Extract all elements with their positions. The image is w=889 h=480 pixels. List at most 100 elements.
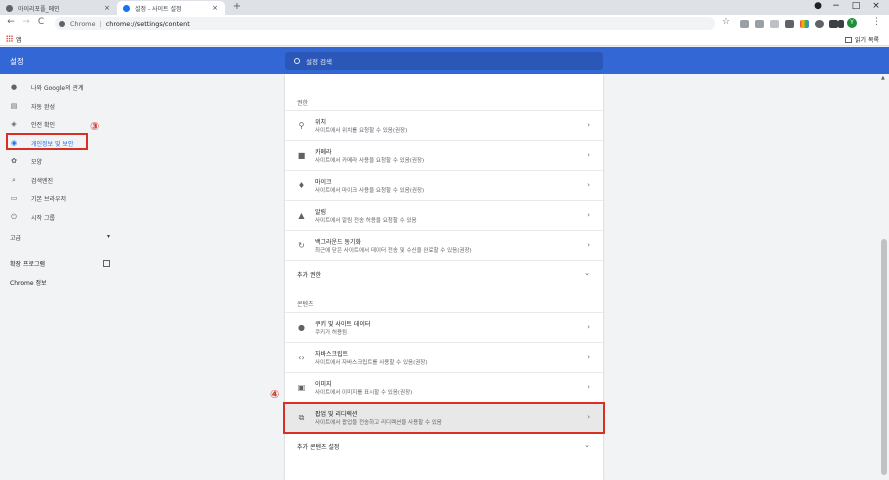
bookmark-star-icon[interactable]: ☆ — [722, 17, 730, 27]
permissions-section-title: 권한 — [297, 100, 309, 107]
sidebar-advanced-toggle[interactable]: 고급 ▾ — [10, 233, 110, 242]
tab-iripople[interactable]: 아이리포플_메인 × — [0, 1, 117, 15]
more-content-settings-label: 추가 콘텐츠 설정 — [297, 444, 340, 451]
close-window-button[interactable]: × — [869, 1, 883, 11]
extension-icon[interactable] — [800, 20, 809, 28]
extension-icon[interactable] — [829, 20, 838, 28]
browser-toolbar: ← → C Chrome | chrome://settings/content… — [0, 15, 889, 32]
apps-grid-icon[interactable] — [6, 35, 13, 42]
tab-close-icon[interactable]: × — [211, 4, 219, 12]
row-description: 사이트에서 카메라 사용을 요청할 수 있음(권장) — [315, 158, 425, 164]
annotation-box-privacy — [6, 133, 88, 150]
sidebar-item-search-engine[interactable]: ⌕ 검색엔진 — [10, 173, 53, 187]
tab-settings[interactable]: 설정 - 사이트 설정 × — [117, 1, 225, 15]
tab-close-icon[interactable]: × — [103, 4, 111, 12]
extension-icon[interactable] — [770, 20, 779, 28]
extension-icon[interactable] — [815, 20, 824, 28]
url-separator: | — [99, 19, 102, 28]
chevron-right-icon: › — [587, 151, 590, 159]
content-row-javascript[interactable]: ‹› 자바스크립트 사이트에서 자바스크립트를 사용할 수 있음(권장) › — [285, 342, 603, 372]
reading-list-button[interactable]: 읽기 목록 — [845, 35, 879, 44]
forward-button[interactable]: → — [20, 17, 32, 27]
extension-icon[interactable] — [740, 20, 749, 28]
clipboard-icon: ▤ — [10, 102, 18, 110]
permission-row-location[interactable]: ⚲ 위치 사이트에서 위치를 요청할 수 있음(권장) › — [285, 110, 603, 140]
settings-header: 설정 설정 검색 — [0, 47, 889, 74]
row-description: 최근에 닫은 사이트에서 데이터 전송 및 수신을 완료할 수 있음(권장) — [315, 248, 472, 254]
minimize-button[interactable]: − — [829, 1, 843, 11]
chrome-site-icon — [59, 20, 65, 27]
sidebar-item-label: 자동 완성 — [31, 103, 55, 111]
settings-search-input[interactable]: 설정 검색 — [285, 52, 603, 70]
tab-title: 설정 - 사이트 설정 — [135, 5, 182, 13]
row-description: 사이트에서 자바스크립트를 사용할 수 있음(권장) — [315, 360, 428, 366]
chevron-right-icon: › — [587, 353, 590, 361]
annotation-box-popups — [283, 402, 605, 434]
permission-row-background-sync[interactable]: ↻ 백그라운드 동기화 최근에 닫은 사이트에서 데이터 전송 및 수신을 완료… — [285, 230, 603, 260]
sidebar-item-label: 검색엔진 — [31, 177, 54, 185]
settings-gear-icon — [123, 4, 130, 12]
chevron-right-icon: › — [587, 241, 590, 249]
person-icon: ● — [10, 83, 18, 91]
chevron-right-icon: › — [587, 181, 590, 189]
row-description: 사이트에서 마이크 사용을 요청할 수 있음(권장) — [315, 188, 425, 194]
sidebar-extensions-link[interactable]: 확장 프로그램 — [10, 259, 110, 268]
back-button[interactable]: ← — [5, 17, 17, 27]
extension-icon[interactable] — [755, 20, 764, 28]
profile-dot-icon[interactable]: ● — [811, 1, 825, 11]
camera-icon: ■ — [297, 151, 306, 160]
page-scrollbar[interactable]: ▲ — [879, 74, 889, 480]
sidebar-about-chrome[interactable]: Chrome 정보 — [10, 278, 46, 287]
row-title: 쿠키 및 사이트 데이터 — [315, 321, 371, 328]
extensions-puzzle-icon[interactable] — [838, 20, 844, 28]
content-section-title: 콘텐츠 — [297, 301, 314, 308]
extensions-label: 확장 프로그램 — [10, 261, 46, 268]
sidebar-item-you-and-google[interactable]: ● 나와 Google의 관계 — [10, 80, 84, 94]
permission-row-notifications[interactable]: ▲ 알림 사이트에서 알림 전송 허용을 요청할 수 있음 › — [285, 200, 603, 230]
chrome-menu-icon[interactable]: ⋮ — [872, 17, 881, 27]
content-row-images[interactable]: ▣ 이미지 사이트에서 이미지를 표시할 수 있음(권장) › — [285, 372, 603, 402]
sidebar-item-autofill[interactable]: ▤ 자동 완성 — [10, 99, 55, 113]
sidebar-item-label: 시작 그룹 — [31, 214, 55, 222]
permission-row-microphone[interactable]: ♦ 마이크 사이트에서 마이크 사용을 요청할 수 있음(권장) › — [285, 170, 603, 200]
search-icon: ⌕ — [12, 175, 16, 184]
more-permissions-toggle[interactable]: 추가 권한 ⌄ — [285, 260, 603, 286]
row-title: 위치 — [315, 119, 327, 126]
more-content-settings-toggle[interactable]: 추가 콘텐츠 설정 ⌄ — [285, 432, 603, 458]
sidebar-item-label: 모양 — [31, 158, 43, 166]
sidebar-item-appearance[interactable]: ✿ 모양 — [10, 154, 42, 168]
maximize-button[interactable]: □ — [849, 1, 863, 11]
row-title: 백그라운드 동기화 — [315, 239, 362, 246]
globe-icon — [6, 4, 13, 12]
permission-row-camera[interactable]: ■ 카메라 사이트에서 카메라 사용을 요청할 수 있음(권장) › — [285, 140, 603, 170]
scrollbar-thumb[interactable] — [881, 239, 887, 475]
content-row-cookies[interactable]: ● 쿠키 및 사이트 데이터 쿠키가 허용됨 › — [285, 312, 603, 342]
extension-icon[interactable] — [785, 20, 794, 28]
row-title: 이미지 — [315, 381, 332, 388]
scroll-up-icon[interactable]: ▲ — [881, 75, 885, 81]
url-scheme: Chrome — [70, 19, 96, 28]
profile-avatar[interactable]: Y — [847, 18, 857, 28]
bell-icon: ▲ — [298, 211, 305, 220]
address-bar[interactable]: Chrome | chrome://settings/content — [55, 17, 715, 30]
sidebar-item-on-startup[interactable]: ⏻ 시작 그룹 — [10, 210, 55, 224]
mic-icon: ♦ — [297, 181, 306, 190]
tab-title: 아이리포플_메인 — [18, 5, 60, 13]
reload-button[interactable]: C — [35, 17, 47, 27]
sidebar-item-label: 기본 브라우저 — [31, 195, 67, 203]
chevron-down-icon: ⌄ — [584, 269, 590, 277]
sidebar-item-safety-check[interactable]: ◈ 안전 확인 — [10, 117, 55, 131]
apps-label[interactable]: 앱 — [16, 35, 22, 44]
search-icon — [294, 58, 300, 64]
browser-icon: ▭ — [10, 194, 18, 202]
advanced-label: 고급 — [10, 235, 22, 242]
url-path: chrome://settings/content — [105, 19, 190, 28]
more-permissions-label: 추가 권한 — [297, 272, 321, 279]
row-title: 마이크 — [315, 179, 332, 186]
row-title: 자바스크립트 — [315, 351, 349, 358]
sync-icon: ↻ — [298, 241, 305, 250]
bookmarks-bar: 앱 읽기 목록 — [0, 32, 889, 46]
chevron-down-icon: ▾ — [106, 233, 110, 240]
new-tab-button[interactable]: + — [231, 1, 243, 12]
sidebar-item-default-browser[interactable]: ▭ 기본 브라우저 — [10, 191, 66, 205]
